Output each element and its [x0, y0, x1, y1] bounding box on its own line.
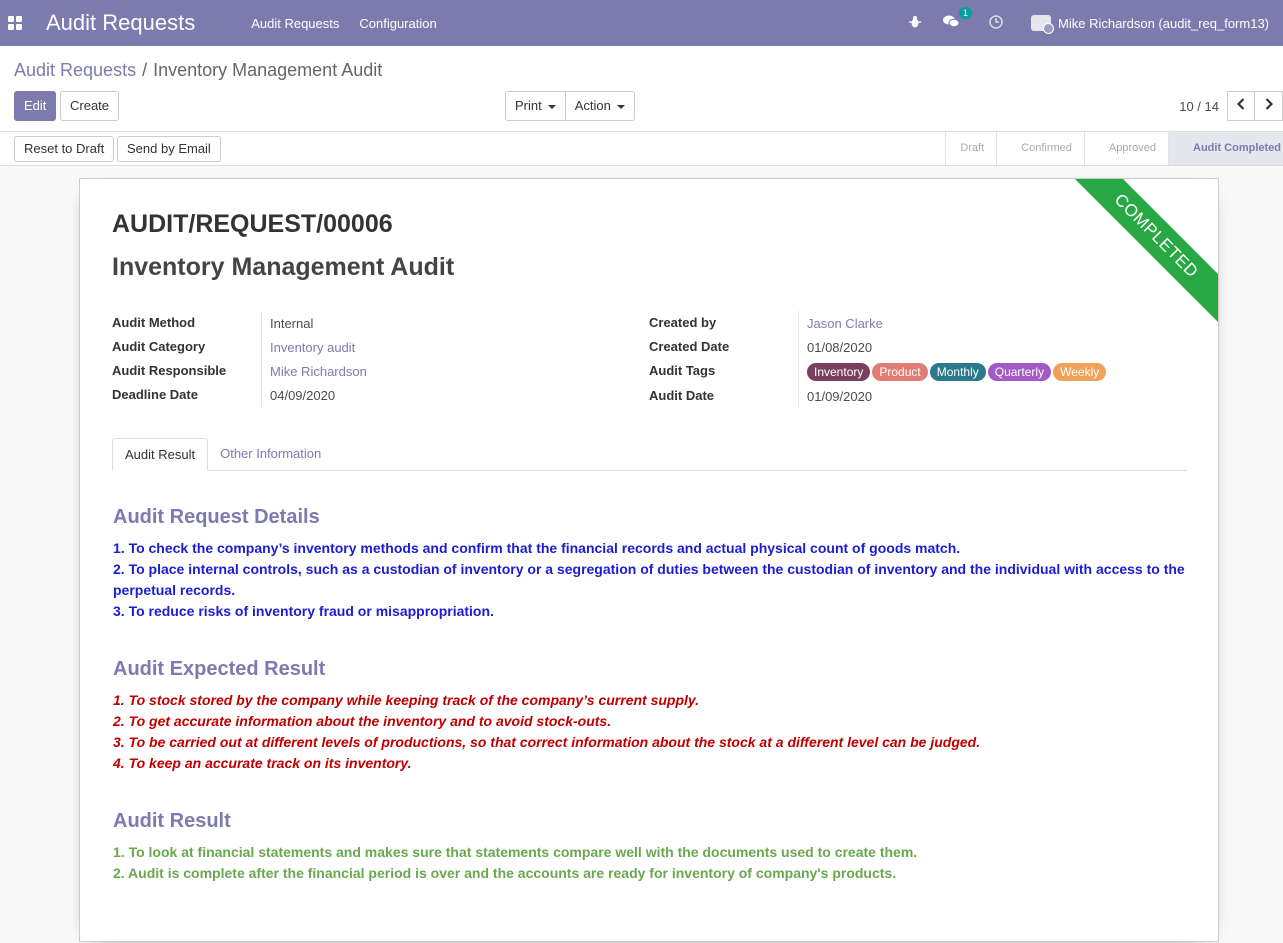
field-audit-date: Audit Date 01/09/2020	[649, 384, 1189, 408]
tag-product[interactable]: Product	[872, 362, 928, 381]
field-label: Deadline Date	[112, 383, 262, 407]
breadcrumb-separator: /	[142, 60, 148, 80]
top-navbar: Audit Requests Audit Requests Configurat…	[0, 0, 1283, 46]
field-audit-responsible: Audit Responsible Mike Richardson	[112, 359, 622, 383]
breadcrumb-parent[interactable]: Audit Requests	[14, 60, 136, 80]
field-value: Internal	[270, 315, 314, 331]
print-action-group: Print Action	[505, 91, 635, 121]
field-label: Audit Category	[112, 335, 262, 359]
right-field-group: Created by Jason Clarke Created Date 01/…	[649, 311, 1189, 408]
chat-badge: 1	[959, 7, 973, 19]
chat-icon[interactable]: 1	[943, 7, 973, 31]
details-line: 2. To place internal controls, such as a…	[113, 561, 1185, 598]
created-by-link[interactable]: Jason Clarke	[799, 316, 883, 331]
menu-configuration[interactable]: Configuration	[359, 16, 436, 31]
send-by-email-button[interactable]: Send by Email	[117, 136, 221, 162]
form-sheet: COMPLETED AUDIT/REQUEST/00006 Inventory …	[79, 178, 1219, 942]
form-statusbar: Reset to Draft Send by Email Draft Confi…	[0, 132, 1283, 166]
expected-line: 3. To be carried out at different levels…	[113, 734, 981, 750]
section-body-details: 1. To check the company’s inventory meth…	[113, 538, 1193, 622]
clock-icon[interactable]	[989, 14, 1003, 32]
tag-monthly[interactable]: Monthly	[929, 362, 986, 381]
caret-down-icon	[547, 104, 556, 109]
user-avatar[interactable]	[1031, 15, 1055, 34]
chevron-left-icon	[1236, 98, 1245, 110]
details-line: 3. To reduce risks of inventory fraud or…	[113, 603, 494, 619]
audit-category-link[interactable]: Inventory audit	[262, 340, 355, 355]
stage-audit-completed[interactable]: Audit Completed	[1168, 132, 1283, 165]
result-line: 1. To look at financial statements and m…	[113, 844, 918, 860]
field-label: Audit Tags	[649, 359, 799, 384]
field-created-date: Created Date 01/08/2020	[649, 335, 1189, 359]
audit-tags-list: Inventory Product Monthly Quarterly Week…	[799, 362, 1107, 381]
navbar-right: 1 Mike Richardson (audit_req_form13)	[909, 0, 1283, 46]
section-title-expected: Audit Expected Result	[113, 658, 326, 680]
field-created-by: Created by Jason Clarke	[649, 311, 1189, 335]
section-body-result: 1. To look at financial statements and m…	[113, 842, 1193, 884]
top-menu: Audit Requests Configuration	[251, 16, 457, 31]
action-label: Action	[574, 98, 611, 113]
bug-icon[interactable]	[909, 15, 922, 31]
record-reference: AUDIT/REQUEST/00006	[112, 210, 393, 238]
breadcrumb: Audit Requests / Inventory Management Audi…	[14, 60, 382, 81]
stage-draft[interactable]: Draft	[945, 132, 996, 165]
reset-to-draft-button[interactable]: Reset to Draft	[14, 136, 115, 162]
tag-weekly[interactable]: Weekly	[1053, 362, 1107, 381]
result-line: 2. Audit is complete after the financial…	[113, 865, 897, 881]
apps-menu-icon[interactable]	[8, 16, 22, 30]
tag-quarterly[interactable]: Quarterly	[987, 362, 1052, 381]
print-label: Print	[515, 98, 542, 113]
field-value: 04/09/2020	[270, 387, 336, 403]
pager-value[interactable]: 10 / 14	[1179, 99, 1219, 114]
field-audit-category: Audit Category Inventory audit	[112, 335, 622, 359]
print-dropdown[interactable]: Print	[505, 91, 566, 121]
section-title-result: Audit Result	[113, 810, 231, 832]
stage-approved[interactable]: Approved	[1083, 132, 1168, 165]
create-button[interactable]: Create	[60, 91, 120, 121]
tab-other-information[interactable]: Other Information	[208, 438, 333, 471]
app-brand: Audit Requests	[46, 10, 196, 35]
caret-down-icon	[616, 104, 625, 109]
field-label: Audit Date	[649, 384, 799, 408]
field-label: Created Date	[649, 335, 799, 359]
field-audit-method: Audit Method Internal	[112, 311, 622, 335]
field-label: Audit Method	[112, 311, 262, 335]
action-dropdown[interactable]: Action	[565, 91, 635, 121]
pager: 10 / 14	[1179, 91, 1283, 121]
stage-confirmed[interactable]: Confirmed	[996, 132, 1084, 165]
control-panel: Audit Requests / Inventory Management Audi…	[0, 46, 1283, 132]
menu-audit-requests[interactable]: Audit Requests	[251, 16, 339, 31]
chevron-right-icon	[1265, 98, 1273, 110]
field-value: 01/09/2020	[807, 388, 873, 404]
details-line: 1. To check the company’s inventory meth…	[113, 540, 961, 556]
field-label: Created by	[649, 311, 799, 335]
record-title: Inventory Management Audit	[112, 253, 455, 281]
edit-button[interactable]: Edit	[14, 91, 57, 121]
section-title-details: Audit Request Details	[113, 506, 320, 528]
tag-inventory[interactable]: Inventory	[807, 362, 871, 381]
left-field-group: Audit Method Internal Audit Category Inv…	[112, 311, 622, 407]
pager-next-button[interactable]	[1255, 91, 1283, 121]
user-menu[interactable]: Mike Richardson (audit_req_form13)	[1058, 16, 1269, 31]
audit-responsible-link[interactable]: Mike Richardson	[262, 364, 367, 379]
completed-ribbon: COMPLETED	[1059, 179, 1218, 333]
field-deadline-date: Deadline Date 04/09/2020	[112, 383, 622, 407]
expected-line: 1. To stock stored by the company while …	[113, 692, 700, 708]
expected-line: 2. To get accurate information about the…	[113, 713, 612, 729]
expected-line: 4. To keep an accurate track on its inve…	[113, 755, 412, 771]
pager-previous-button[interactable]	[1227, 91, 1255, 121]
field-audit-tags: Audit Tags Inventory Product Monthly Qua…	[649, 359, 1189, 384]
field-label: Audit Responsible	[112, 359, 262, 383]
stage-pipeline: Draft Confirmed Approved Audit Completed	[945, 132, 1283, 165]
notebook-tabs: Audit Result Other Information	[112, 438, 1187, 471]
breadcrumb-current: Inventory Management Audit	[153, 60, 383, 80]
tab-audit-result[interactable]: Audit Result	[112, 438, 209, 471]
section-body-expected: 1. To stock stored by the company while …	[113, 690, 1193, 774]
field-value: 01/08/2020	[807, 339, 873, 355]
